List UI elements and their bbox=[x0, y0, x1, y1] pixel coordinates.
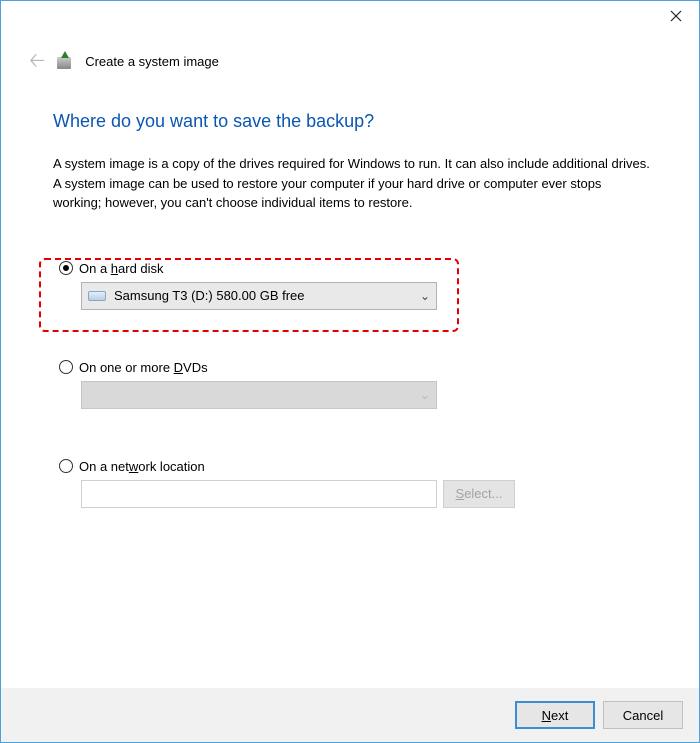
option-network: On a network location Select... bbox=[53, 459, 655, 508]
radio-network-row[interactable]: On a network location bbox=[59, 459, 655, 474]
radio-dvds-row[interactable]: On one or more DVDs bbox=[59, 360, 655, 375]
titlebar bbox=[1, 1, 699, 33]
radio-network-label: On a network location bbox=[79, 459, 205, 474]
network-row: Select... bbox=[81, 480, 655, 508]
cancel-button[interactable]: Cancel bbox=[603, 701, 683, 729]
option-hard-disk: On a hard disk Samsung T3 (D:) 580.00 GB… bbox=[53, 261, 655, 310]
page-description: A system image is a copy of the drives r… bbox=[53, 154, 653, 213]
dvds-dropdown: ⌄ bbox=[81, 381, 437, 409]
header-row: 🡠 Create a system image bbox=[1, 33, 699, 71]
radio-hard-disk[interactable] bbox=[59, 261, 73, 275]
radio-dvds-label: On one or more DVDs bbox=[79, 360, 208, 375]
next-button[interactable]: Next bbox=[515, 701, 595, 729]
content-area: Where do you want to save the backup? A … bbox=[1, 71, 699, 508]
radio-hard-disk-row[interactable]: On a hard disk bbox=[59, 261, 655, 276]
drive-icon bbox=[88, 291, 106, 301]
dialog-title: Create a system image bbox=[85, 54, 219, 69]
dialog-window: 🡠 Create a system image Where do you wan… bbox=[0, 0, 700, 743]
chevron-down-icon: ⌄ bbox=[420, 388, 430, 402]
chevron-down-icon: ⌄ bbox=[420, 289, 430, 303]
radio-hard-disk-label: On a hard disk bbox=[79, 261, 164, 276]
page-heading: Where do you want to save the backup? bbox=[53, 111, 655, 132]
options-group: On a hard disk Samsung T3 (D:) 580.00 GB… bbox=[53, 261, 655, 508]
network-select-button: Select... bbox=[443, 480, 515, 508]
option-dvds: On one or more DVDs ⌄ bbox=[53, 360, 655, 409]
hard-disk-dropdown[interactable]: Samsung T3 (D:) 580.00 GB free ⌄ bbox=[81, 282, 437, 310]
radio-dvds[interactable] bbox=[59, 360, 73, 374]
bottom-bar: Next Cancel bbox=[1, 688, 699, 742]
radio-network[interactable] bbox=[59, 459, 73, 473]
system-image-icon bbox=[55, 51, 75, 71]
network-path-input bbox=[81, 480, 437, 508]
close-button[interactable] bbox=[653, 1, 699, 31]
close-icon bbox=[670, 10, 682, 22]
back-arrow-icon[interactable]: 🡠 bbox=[29, 51, 45, 71]
hard-disk-selected: Samsung T3 (D:) 580.00 GB free bbox=[114, 288, 305, 303]
